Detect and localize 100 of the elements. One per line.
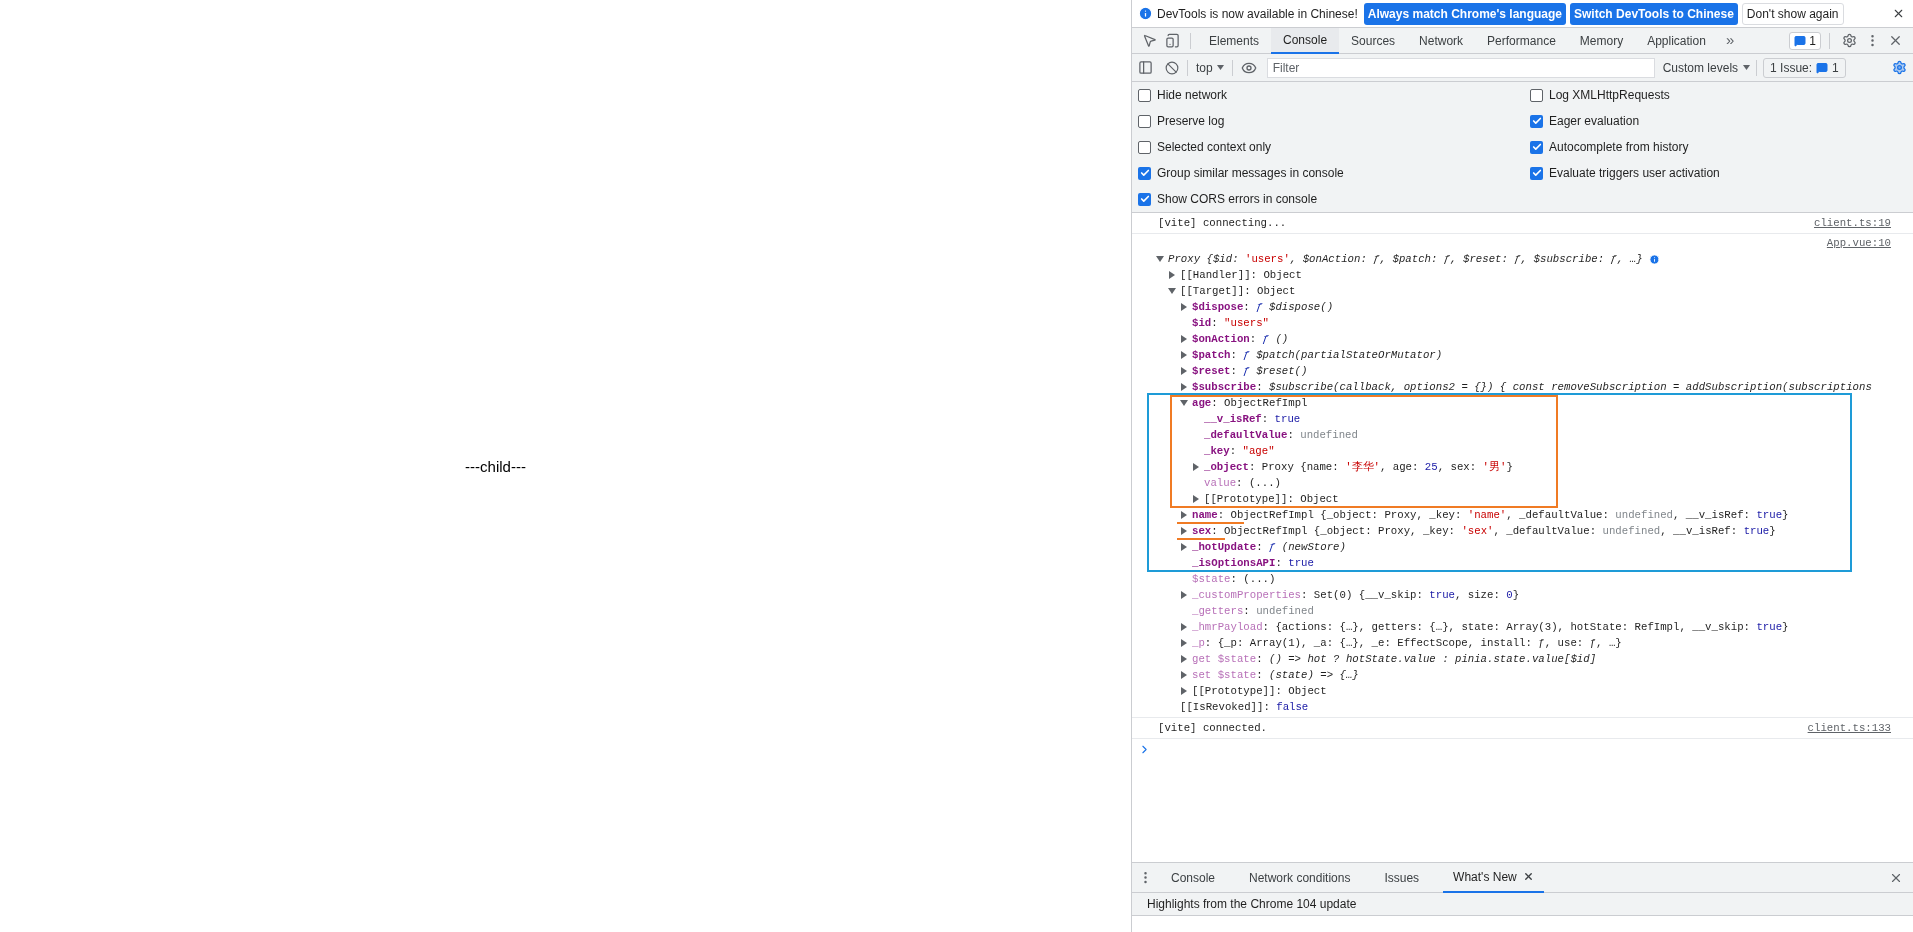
issues-button[interactable]: 1 Issue: 1: [1763, 57, 1846, 78]
property-line: set $state: (state) => {…}: [1192, 668, 1359, 682]
collapsed-arrow-icon[interactable]: [1192, 463, 1200, 471]
property-line: name: ObjectRefImpl {_object: Proxy, _key: 'name', _defaultValue: undefined, __v_isRef: true}: [1192, 508, 1789, 522]
collapsed-arrow-icon[interactable]: [1180, 367, 1188, 375]
collapsed-arrow-icon[interactable]: [1180, 623, 1188, 631]
checkbox[interactable]: [1138, 140, 1151, 154]
property-line: Proxy {$id: 'users', $onAction: ƒ, $patch: ƒ, $reset: ƒ, $subscribe: ƒ, …}: [1168, 252, 1643, 266]
close-icon[interactable]: [1522, 871, 1534, 882]
page-text: ---child---: [465, 457, 526, 477]
device-icon[interactable]: [1165, 33, 1180, 48]
expanded-arrow-icon[interactable]: [1180, 399, 1188, 407]
checkbox[interactable]: [1138, 166, 1151, 180]
panel-tab[interactable]: Console: [1271, 27, 1340, 54]
inspect-icon[interactable]: [1142, 33, 1157, 48]
levels-dropdown[interactable]: Custom levels: [1662, 58, 1751, 77]
panel-tab[interactable]: Application: [1635, 27, 1718, 54]
source-link[interactable]: client.ts:19: [1814, 214, 1891, 231]
collapsed-arrow-icon[interactable]: [1168, 271, 1176, 279]
collapsed-arrow-icon[interactable]: [1180, 671, 1188, 679]
underline-mark: [1177, 538, 1225, 540]
property-line: _hmrPayload: {actions: {…}, getters: {…}, state: Array(3), hotState: RefImpl, __v_skip: true}: [1192, 620, 1789, 634]
checkbox[interactable]: [1138, 192, 1151, 206]
checkbox-label: Eager evaluation: [1549, 113, 1640, 130]
underline-mark: [1177, 522, 1244, 524]
collapsed-arrow-icon[interactable]: [1180, 383, 1188, 391]
info-icon: [1138, 6, 1153, 21]
source-link[interactable]: App.vue:10: [1826, 235, 1891, 252]
clear-icon[interactable]: [1165, 60, 1179, 75]
infobar-button[interactable]: Always match Chrome's language: [1363, 2, 1567, 25]
drawer-tab[interactable]: Console: [1161, 862, 1226, 893]
property-line: get $state: () => hot ? hotState.value : pinia.state.value[$id]: [1192, 652, 1597, 666]
drawer-tab[interactable]: Issues: [1374, 862, 1430, 893]
collapsed-arrow-icon[interactable]: [1180, 655, 1188, 663]
property-line: $state: (...): [1192, 572, 1276, 586]
settings-icon[interactable]: [1842, 33, 1857, 48]
property-line: [[Handler]]: Object: [1180, 268, 1302, 282]
property-line: $dispose: ƒ $dispose(): [1192, 300, 1334, 314]
filter-field[interactable]: Filter: [1266, 57, 1655, 78]
collapsed-arrow-icon[interactable]: [1180, 687, 1188, 695]
property-line: $reset: ƒ $reset(): [1192, 364, 1308, 378]
checkbox-label: Autocomplete from history: [1549, 139, 1689, 156]
message-icon: [1816, 61, 1829, 74]
property-line: sex: ObjectRefImpl {_object: Proxy, _key: 'sex', _defaultValue: undefined, __v_isRef: true}: [1192, 524, 1776, 538]
property-line: _isOptionsAPI: true: [1192, 556, 1314, 570]
property-line: $onAction: ƒ (): [1192, 332, 1289, 346]
checkbox[interactable]: [1530, 114, 1543, 128]
checkbox-label: Preserve log: [1157, 113, 1225, 130]
collapsed-arrow-icon[interactable]: [1180, 511, 1188, 519]
issues-badge[interactable]: 1: [1789, 31, 1821, 50]
property-line: _hotUpdate: ƒ (newStore): [1192, 540, 1346, 554]
panel-tab[interactable]: Sources: [1339, 27, 1408, 54]
checkbox[interactable]: [1530, 140, 1543, 154]
caret-icon: [1216, 65, 1224, 70]
context-dropdown[interactable]: top: [1196, 58, 1224, 77]
property-line: _getters: undefined: [1192, 604, 1314, 618]
checkbox[interactable]: [1530, 88, 1543, 102]
checkbox-label: Evaluate triggers user activation: [1549, 165, 1720, 182]
close-icon[interactable]: [1892, 7, 1905, 20]
collapsed-arrow-icon[interactable]: [1180, 543, 1188, 551]
collapsed-arrow-icon[interactable]: [1180, 527, 1188, 535]
console-settings-icon[interactable]: [1892, 60, 1907, 75]
checkbox-label: Hide network: [1157, 87, 1228, 104]
property-line: $id: "users": [1192, 316, 1269, 330]
collapsed-arrow-icon[interactable]: [1180, 351, 1188, 359]
checkbox-label: Show CORS errors in console: [1157, 191, 1318, 208]
info-icon[interactable]: [1648, 253, 1660, 265]
collapsed-arrow-icon[interactable]: [1180, 639, 1188, 647]
more-tabs-button[interactable]: »: [1717, 29, 1743, 52]
sidebar-icon[interactable]: [1138, 60, 1153, 75]
checkbox-label: Selected context only: [1157, 139, 1272, 156]
property-line: value: (...): [1204, 476, 1281, 490]
collapsed-arrow-icon[interactable]: [1192, 495, 1200, 503]
infobar-button[interactable]: Switch DevTools to Chinese: [1570, 2, 1738, 25]
checkbox[interactable]: [1138, 114, 1151, 128]
close-icon[interactable]: [1888, 33, 1903, 48]
property-line: _customProperties: Set(0) {__v_skip: true, size: 0}: [1192, 588, 1520, 602]
collapsed-arrow-icon[interactable]: [1180, 335, 1188, 343]
source-link[interactable]: client.ts:133: [1807, 719, 1891, 736]
panel-tab[interactable]: Elements: [1197, 27, 1272, 54]
log-message: [vite] connected.: [1158, 720, 1268, 736]
log-message: [vite] connecting...: [1158, 215, 1287, 231]
panel-tab[interactable]: Performance: [1475, 27, 1568, 54]
drawer-tab[interactable]: Network conditions: [1239, 862, 1361, 893]
property-line: $subscribe: $subscribe(callback, options2 = {}) { const removeSubscription = addSubscription(subscriptions: [1192, 380, 1872, 394]
message-icon: [1794, 34, 1807, 47]
panel-tab[interactable]: Memory: [1567, 27, 1636, 54]
checkbox-label: Log XMLHttpRequests: [1549, 87, 1670, 104]
collapsed-arrow-icon[interactable]: [1180, 591, 1188, 599]
checkbox[interactable]: [1138, 88, 1151, 102]
expanded-arrow-icon[interactable]: [1156, 255, 1164, 263]
panel-tab[interactable]: Network: [1407, 27, 1476, 54]
collapsed-arrow-icon[interactable]: [1180, 303, 1188, 311]
property-line: age: ObjectRefImpl: [1192, 396, 1308, 410]
checkbox[interactable]: [1530, 166, 1543, 180]
infobar-button[interactable]: Don't show again: [1741, 2, 1844, 25]
expanded-arrow-icon[interactable]: [1168, 287, 1176, 295]
property-line: _p: {_p: Array(1), _a: {…}, _e: EffectScope, install: ƒ, use: ƒ, …}: [1192, 636, 1622, 650]
property-line: $patch: ƒ $patch(partialStateOrMutator): [1192, 348, 1443, 362]
property-line: _defaultValue: undefined: [1204, 428, 1358, 442]
